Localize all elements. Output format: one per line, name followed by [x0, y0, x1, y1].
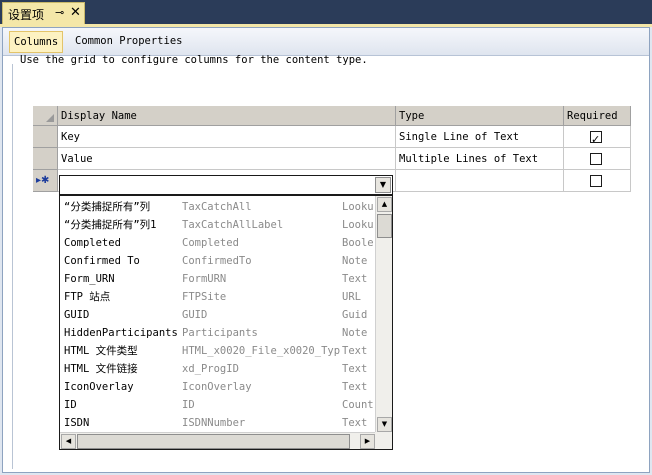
- designer-tab-bar: Columns Common Properties: [3, 28, 649, 56]
- item-type: Looku: [342, 219, 374, 231]
- dropdown-item[interactable]: “分类捕捉所有”列1 TaxCatchAllLabel Looku: [60, 216, 376, 234]
- item-display-name: “分类捕捉所有”列1: [64, 219, 157, 231]
- dropdown-item[interactable]: Completed Completed Boole: [60, 234, 376, 252]
- item-internal-name: TaxCatchAll: [182, 201, 252, 213]
- new-row-required-cell: [564, 170, 631, 192]
- vertical-scroll-thumb[interactable]: [377, 214, 392, 238]
- row-header[interactable]: [33, 148, 58, 170]
- dropdown-item[interactable]: HTML 文件类型 HTML_x0020_File_x0020_Type Tex…: [60, 342, 376, 360]
- required-checkbox[interactable]: [590, 129, 602, 147]
- item-internal-name: xd_ProgID: [182, 363, 239, 375]
- close-icon[interactable]: ✕: [70, 5, 81, 20]
- cell-display-name[interactable]: Value: [58, 148, 396, 170]
- item-display-name: ISDN: [64, 417, 90, 429]
- header-display-name[interactable]: Display Name: [58, 106, 396, 126]
- item-type: Text: [342, 363, 368, 375]
- display-name-combobox[interactable]: ▼: [59, 175, 393, 195]
- item-type: Boole: [342, 237, 374, 249]
- item-type: Guid: [342, 309, 368, 321]
- dropdown-item[interactable]: “分类捕捉所有”列 TaxCatchAll Looku: [60, 198, 376, 216]
- dropdown-item[interactable]: ID ID Count: [60, 396, 376, 414]
- new-row-type-cell[interactable]: [396, 170, 564, 192]
- item-display-name: Completed: [64, 237, 121, 249]
- item-display-name: HiddenParticipants: [64, 327, 178, 339]
- cell-required: [564, 126, 631, 148]
- dropdown-item[interactable]: Confirmed To ConfirmedTo Note: [60, 252, 376, 270]
- item-internal-name: FTPSite: [182, 291, 227, 303]
- item-type: Text: [342, 417, 368, 429]
- dropdown-item[interactable]: Form_URN FormURN Text: [60, 270, 376, 288]
- item-display-name: “分类捕捉所有”列: [64, 201, 151, 213]
- header-required[interactable]: Required: [564, 106, 631, 126]
- item-internal-name: FormURN: [182, 273, 227, 285]
- item-internal-name: Completed: [182, 237, 239, 249]
- scroll-right-icon[interactable]: ▶: [360, 434, 375, 449]
- new-row-header[interactable]: ▸✱: [33, 170, 58, 192]
- scroll-left-icon[interactable]: ◀: [61, 434, 76, 449]
- new-row-indicator-icon: ▸✱: [36, 175, 50, 186]
- dropdown-item[interactable]: GUID GUID Guid: [60, 306, 376, 324]
- item-type: Looku: [342, 201, 374, 213]
- item-internal-name: IconOverlay: [182, 381, 252, 393]
- document-tab[interactable]: 设置项 ⊸ ✕: [2, 2, 85, 24]
- dropdown-item[interactable]: HTML 文件链接 xd_ProgID Text: [60, 360, 376, 378]
- item-internal-name: ConfirmedTo: [182, 255, 252, 267]
- item-internal-name: GUID: [182, 309, 208, 321]
- item-type: Note: [342, 255, 368, 267]
- grid-corner[interactable]: [33, 106, 58, 126]
- horizontal-scroll-thumb[interactable]: [77, 434, 350, 449]
- size-grip: [375, 432, 392, 449]
- item-internal-name: ISDNNumber: [182, 417, 246, 429]
- item-type: Text: [342, 345, 368, 357]
- item-type: URL: [342, 291, 361, 303]
- horizontal-scrollbar[interactable]: ◀ ▶: [60, 432, 376, 449]
- item-display-name: FTP 站点: [64, 291, 111, 303]
- tab-common-properties[interactable]: Common Properties: [71, 31, 186, 53]
- row-header[interactable]: [33, 126, 58, 148]
- item-internal-name: Participants: [182, 327, 258, 339]
- required-checkbox[interactable]: [590, 153, 602, 165]
- dropdown-arrow-icon[interactable]: ▼: [375, 177, 391, 193]
- required-checkbox[interactable]: [590, 175, 602, 187]
- item-internal-name: HTML_x0020_File_x0020_Type: [182, 345, 340, 357]
- instruction-text: Use the grid to configure columns for th…: [20, 54, 368, 66]
- item-type: Count: [342, 399, 374, 411]
- item-internal-name: TaxCatchAllLabel: [182, 219, 284, 231]
- dropdown-item[interactable]: HiddenParticipants Participants Note: [60, 324, 376, 342]
- dropdown-item[interactable]: ISDN ISDNNumber Text: [60, 414, 376, 432]
- item-type: Text: [342, 273, 368, 285]
- site-columns-dropdown-list[interactable]: “分类捕捉所有”列 TaxCatchAll Looku “分类捕捉所有”列1 T…: [59, 195, 393, 450]
- vertical-scrollbar[interactable]: ▲ ▼: [375, 196, 392, 433]
- item-internal-name: ID: [182, 399, 195, 411]
- dropdown-item[interactable]: IconOverlay IconOverlay Text: [60, 378, 376, 396]
- document-tab-strip: 设置项 ⊸ ✕: [0, 0, 652, 24]
- item-display-name: GUID: [64, 309, 90, 321]
- cell-required: [564, 148, 631, 170]
- scroll-up-icon[interactable]: ▲: [377, 197, 392, 212]
- item-display-name: IconOverlay: [64, 381, 134, 393]
- tab-columns[interactable]: Columns: [9, 31, 64, 53]
- cell-type[interactable]: Single Line of Text: [396, 126, 564, 148]
- document-tab-title: 设置项: [8, 8, 45, 22]
- cell-display-name[interactable]: Key: [58, 126, 396, 148]
- item-display-name: HTML 文件类型: [64, 345, 138, 357]
- item-display-name: ID: [64, 399, 77, 411]
- scroll-down-icon[interactable]: ▼: [377, 417, 392, 432]
- dropdown-item[interactable]: FTP 站点 FTPSite URL: [60, 288, 376, 306]
- item-type: Note: [342, 327, 368, 339]
- header-type[interactable]: Type: [396, 106, 564, 126]
- item-type: Text: [342, 381, 368, 393]
- cell-type[interactable]: Multiple Lines of Text: [396, 148, 564, 170]
- item-display-name: HTML 文件链接: [64, 363, 138, 375]
- pin-icon[interactable]: ⊸: [55, 6, 64, 19]
- item-display-name: Confirmed To: [64, 255, 140, 267]
- item-display-name: Form_URN: [64, 273, 115, 285]
